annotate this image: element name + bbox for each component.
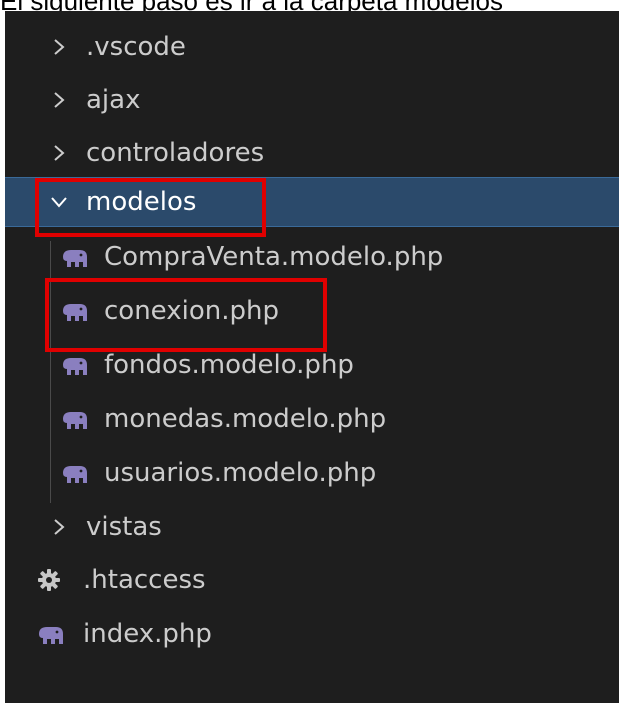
folder-label: .vscode (86, 32, 186, 62)
file-label: fondos.modelo.php (104, 350, 354, 380)
chevron-right-icon (49, 37, 69, 57)
php-elephant-icon (60, 246, 90, 268)
page-caption: El siguiente paso es ir a la carpeta mod… (0, 0, 619, 11)
php-elephant-icon (60, 408, 90, 430)
tree-folder-modelos[interactable]: modelos (5, 177, 619, 227)
tree-file-compraventa[interactable]: CompraVenta.modelo.php (5, 232, 619, 282)
tree-folder-ajax[interactable]: ajax (5, 75, 619, 125)
chevron-right-icon (49, 517, 69, 537)
file-explorer: .vscode ajax controladores modelos Compr… (5, 11, 619, 703)
file-label: CompraVenta.modelo.php (104, 242, 444, 272)
folder-label: ajax (86, 85, 141, 115)
chevron-right-icon (49, 143, 69, 163)
chevron-right-icon (49, 90, 69, 110)
chevron-down-icon (49, 192, 69, 212)
tree-folder-vistas[interactable]: vistas (5, 502, 619, 552)
tree-file-conexion[interactable]: conexion.php (5, 286, 619, 336)
folder-label: modelos (86, 187, 197, 217)
file-label: conexion.php (104, 296, 279, 326)
file-label: monedas.modelo.php (104, 404, 387, 434)
tree-file-index[interactable]: index.php (5, 609, 619, 659)
folder-label: controladores (86, 138, 265, 168)
file-label: .htaccess (83, 565, 206, 595)
php-elephant-icon (60, 300, 90, 322)
php-elephant-icon (60, 462, 90, 484)
file-label: index.php (83, 619, 212, 649)
tree-folder-vscode[interactable]: .vscode (5, 22, 619, 72)
file-label: usuarios.modelo.php (104, 458, 377, 488)
tree-file-usuarios[interactable]: usuarios.modelo.php (5, 448, 619, 498)
gear-icon (37, 568, 61, 592)
tree-file-htaccess[interactable]: .htaccess (5, 555, 619, 605)
tree-file-monedas[interactable]: monedas.modelo.php (5, 394, 619, 444)
php-elephant-icon (60, 354, 90, 376)
php-elephant-icon (36, 623, 66, 645)
folder-label: vistas (86, 512, 162, 542)
tree-folder-controladores[interactable]: controladores (5, 128, 619, 178)
tree-file-fondos[interactable]: fondos.modelo.php (5, 340, 619, 390)
